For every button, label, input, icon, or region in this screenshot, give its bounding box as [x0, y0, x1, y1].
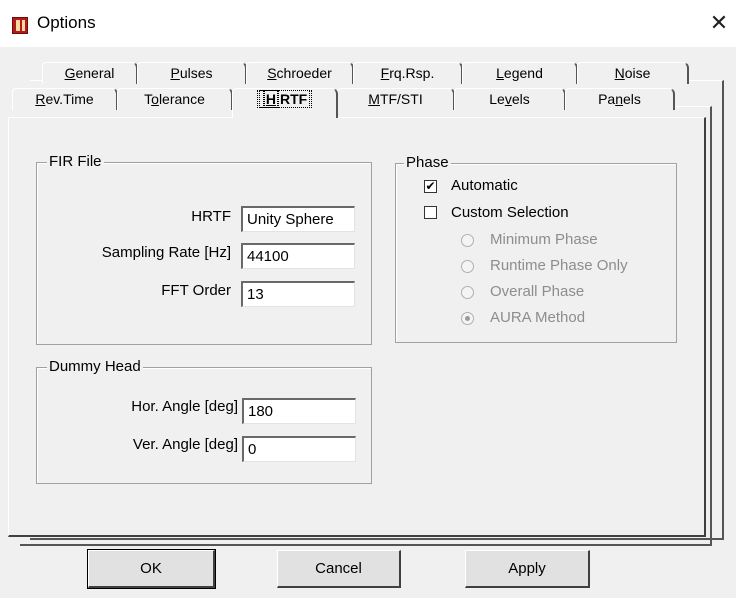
- aura-method-radio[interactable]: [461, 312, 474, 325]
- cancel-button[interactable]: Cancel: [277, 550, 401, 588]
- apply-button[interactable]: Apply: [465, 550, 590, 588]
- sampling-rate-label: Sampling Rate [Hz]: [101, 244, 231, 261]
- tab-tolerance[interactable]: Tolerance: [117, 88, 233, 110]
- close-icon[interactable]: ✕: [706, 10, 732, 36]
- dummy-head-group: Dummy Head: [36, 358, 372, 484]
- tab-frq-rsp[interactable]: Frq.Rsp.: [353, 62, 463, 84]
- hrtf-label: HRTF: [191, 208, 231, 225]
- ver-angle-label: Ver. Angle [deg]: [132, 436, 238, 453]
- fft-order-label: FFT Order: [161, 282, 231, 299]
- window-title: Options: [37, 13, 96, 32]
- tab-panels[interactable]: Panels: [565, 88, 675, 110]
- options-dialog: Options ✕ General Pulses Schroeder Frq.R…: [0, 0, 736, 598]
- automatic-checkbox[interactable]: ✔: [424, 180, 437, 193]
- tab-rev-time[interactable]: Rev.Time: [12, 88, 118, 110]
- custom-selection-label[interactable]: Custom Selection: [451, 204, 569, 221]
- tab-legend[interactable]: Legend: [462, 62, 578, 84]
- tab-schroeder[interactable]: Schroeder: [246, 62, 354, 84]
- minimum-phase-label: Minimum Phase: [490, 231, 598, 248]
- hor-angle-field[interactable]: [242, 398, 356, 424]
- ver-angle-field[interactable]: [242, 436, 356, 462]
- fir-file-title: FIR File: [47, 153, 104, 171]
- tab-general[interactable]: General: [42, 62, 138, 84]
- runtime-phase-label: Runtime Phase Only: [490, 257, 628, 274]
- custom-selection-checkbox[interactable]: [424, 206, 437, 219]
- overall-phase-radio[interactable]: [461, 286, 474, 299]
- fft-order-field[interactable]: [241, 281, 355, 307]
- sampling-rate-field[interactable]: [241, 243, 355, 269]
- tab-noise[interactable]: Noise: [577, 62, 689, 84]
- hrtf-field[interactable]: [241, 206, 355, 232]
- dummy-head-title: Dummy Head: [47, 358, 143, 376]
- ok-button[interactable]: OK: [87, 549, 216, 589]
- hor-angle-label: Hor. Angle [deg]: [131, 398, 238, 415]
- tab-pulses[interactable]: Pulses: [137, 62, 247, 84]
- overall-phase-label: Overall Phase: [490, 283, 585, 300]
- app-logo-icon: [12, 17, 28, 34]
- automatic-label[interactable]: Automatic: [451, 177, 518, 194]
- phase-title: Phase: [404, 154, 451, 172]
- runtime-phase-radio[interactable]: [461, 260, 474, 273]
- tab-hrtf[interactable]: H RTF: [232, 88, 338, 118]
- minimum-phase-radio[interactable]: [461, 234, 474, 247]
- title-bar[interactable]: Options ✕: [0, 0, 736, 47]
- aura-method-label: AURA Method: [490, 309, 586, 326]
- tab-levels[interactable]: Levels: [454, 88, 566, 110]
- tab-mtf-sti[interactable]: MTF/STI: [337, 88, 455, 110]
